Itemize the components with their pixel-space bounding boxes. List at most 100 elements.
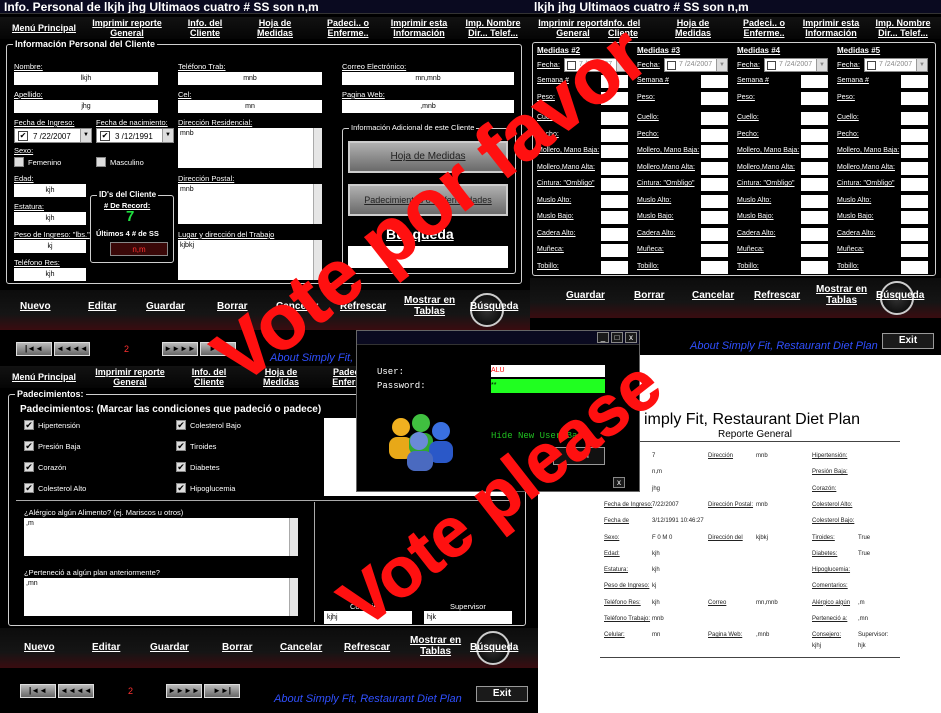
prev-record-button[interactable]: ◄◄◄◄ <box>58 684 94 698</box>
hoja-medidas-button[interactable]: Hoja de Medidas <box>348 141 508 173</box>
padecimientos-button[interactable]: Padecimientos o Enfermedades <box>348 184 508 216</box>
measurement-field[interactable] <box>901 112 928 125</box>
menu-conditions[interactable]: Padeci.. o Enferme.. <box>736 18 792 38</box>
check-icon[interactable] <box>767 61 776 70</box>
measurement-field[interactable] <box>701 128 728 142</box>
login-button[interactable]: Login <box>553 447 605 465</box>
measurement-field[interactable] <box>901 161 928 175</box>
about-link[interactable]: About Simply Fit, Restaurant Diet Plan <box>690 340 878 352</box>
refrescar-button[interactable]: Refrescar <box>344 642 390 653</box>
measurement-field[interactable] <box>901 244 928 257</box>
busqueda-button[interactable]: Búsqueda <box>470 301 518 312</box>
measurement-field[interactable] <box>601 128 628 142</box>
menu-measurements[interactable]: Hoja de Medidas <box>256 367 306 387</box>
scrollbar[interactable] <box>289 578 298 616</box>
supervisor-field[interactable]: hjk <box>424 611 512 624</box>
chevron-down-icon[interactable]: ▼ <box>916 59 927 71</box>
guardar-button[interactable]: Guardar <box>566 290 605 301</box>
measurement-field[interactable] <box>601 112 628 125</box>
close-icon[interactable]: x <box>625 332 637 343</box>
scrollbar[interactable] <box>289 518 298 556</box>
exit-button[interactable]: Exit <box>476 686 528 702</box>
fecha-picker[interactable]: 7 /24/2007 ▼ <box>864 58 928 72</box>
measurement-field[interactable] <box>901 75 928 88</box>
measurement-field[interactable] <box>601 75 628 88</box>
measurement-field[interactable] <box>601 194 628 208</box>
chevron-down-icon[interactable]: ▼ <box>716 59 727 71</box>
measurement-field[interactable] <box>701 75 728 88</box>
measurement-field[interactable] <box>801 194 828 208</box>
condition-checkbox[interactable]: ✔ <box>24 441 34 451</box>
condition-checkbox[interactable]: ✔ <box>24 462 34 472</box>
measurement-field[interactable] <box>701 244 728 257</box>
measurement-field[interactable] <box>701 178 728 191</box>
chevron-down-icon[interactable]: ▼ <box>162 129 173 142</box>
measurement-field[interactable] <box>701 91 728 105</box>
condition-checkbox[interactable]: ✔ <box>176 462 186 472</box>
chevron-down-icon[interactable]: ▼ <box>616 59 627 71</box>
cancelar-button[interactable]: Cancelar <box>692 290 734 301</box>
menu-print-name[interactable]: Imp. Nombre Dir... Telef... <box>868 18 938 38</box>
measurement-field[interactable] <box>801 128 828 142</box>
measurement-field[interactable] <box>601 244 628 257</box>
check-icon[interactable]: ✔ <box>100 131 110 141</box>
dirpost-field[interactable]: mnb <box>178 184 322 224</box>
scrollbar[interactable] <box>313 184 322 224</box>
femenino-checkbox[interactable] <box>14 157 24 167</box>
measurement-field[interactable] <box>601 227 628 241</box>
measurement-field[interactable] <box>801 91 828 105</box>
telres-field[interactable]: kjh <box>14 268 86 281</box>
last-record-button[interactable]: ►►| <box>200 342 236 356</box>
minimize-icon[interactable]: _ <box>597 332 609 343</box>
measurement-field[interactable] <box>701 112 728 125</box>
cel-field[interactable]: mn <box>178 100 322 113</box>
measurement-field[interactable] <box>901 211 928 224</box>
measurement-field[interactable] <box>601 260 628 274</box>
mostrar-tablas-button[interactable]: Mostrar en Tablas <box>816 284 867 306</box>
busqueda-field[interactable] <box>348 246 508 268</box>
condition-checkbox[interactable]: ✔ <box>176 483 186 493</box>
condition-checkbox[interactable]: ✔ <box>24 483 34 493</box>
plan-field[interactable]: ,mn <box>24 578 298 616</box>
nuevo-button[interactable]: Nuevo <box>24 642 55 653</box>
apellido-field[interactable]: jhg <box>14 100 158 113</box>
condition-checkbox[interactable]: ✔ <box>176 420 186 430</box>
measurement-field[interactable] <box>801 112 828 125</box>
scrollbar[interactable] <box>313 240 322 280</box>
menu-print-general[interactable]: Imprimir reporte General <box>88 367 172 387</box>
user-field[interactable]: ALU <box>491 365 605 377</box>
borrar-button[interactable]: Borrar <box>217 301 248 312</box>
menu-print-name[interactable]: Imp. Nombre Dir... Telef... <box>458 18 528 38</box>
dirres-field[interactable]: mnb <box>178 128 322 168</box>
first-record-button[interactable]: |◄◄ <box>20 684 56 698</box>
measurement-field[interactable] <box>701 194 728 208</box>
busqueda-button[interactable]: Búsqueda <box>876 290 924 301</box>
menu-measurements[interactable]: Hoja de Medidas <box>668 18 718 38</box>
borrar-button[interactable]: Borrar <box>222 642 253 653</box>
condition-checkbox[interactable]: ✔ <box>24 420 34 430</box>
fecha-picker[interactable]: 7 /24/2007 ▼ <box>764 58 828 72</box>
guardar-button[interactable]: Guardar <box>146 301 185 312</box>
check-icon[interactable]: ✔ <box>18 131 28 141</box>
measurement-field[interactable] <box>701 145 728 158</box>
exit-button[interactable]: Exit <box>882 333 934 349</box>
menu-main[interactable]: Menú Principal <box>6 23 82 33</box>
measurement-field[interactable] <box>601 91 628 105</box>
web-field[interactable]: ,mnb <box>342 100 514 113</box>
editar-button[interactable]: Editar <box>88 301 116 312</box>
measurement-field[interactable] <box>901 145 928 158</box>
fecha-ingreso-picker[interactable]: ✔ 7 /22/2007 ▼ <box>14 128 92 143</box>
consejero-field[interactable]: kjhj <box>324 611 412 624</box>
prev-record-button[interactable]: ◄◄◄◄ <box>54 342 90 356</box>
busqueda-button[interactable]: Búsqueda <box>470 642 518 653</box>
teltrab-field[interactable]: mnb <box>178 72 322 85</box>
measurement-field[interactable] <box>801 244 828 257</box>
measurement-field[interactable] <box>801 75 828 88</box>
menu-print-general[interactable]: Imprimir reporte General <box>86 18 168 38</box>
nuevo-button[interactable]: Nuevo <box>20 301 51 312</box>
fecha-nac-picker[interactable]: ✔ 3 /12/1991 ▼ <box>96 128 174 143</box>
lugar-field[interactable]: kjbkj <box>178 240 322 280</box>
measurement-field[interactable] <box>801 260 828 274</box>
last-record-button[interactable]: ►►| <box>204 684 240 698</box>
measurement-field[interactable] <box>801 161 828 175</box>
